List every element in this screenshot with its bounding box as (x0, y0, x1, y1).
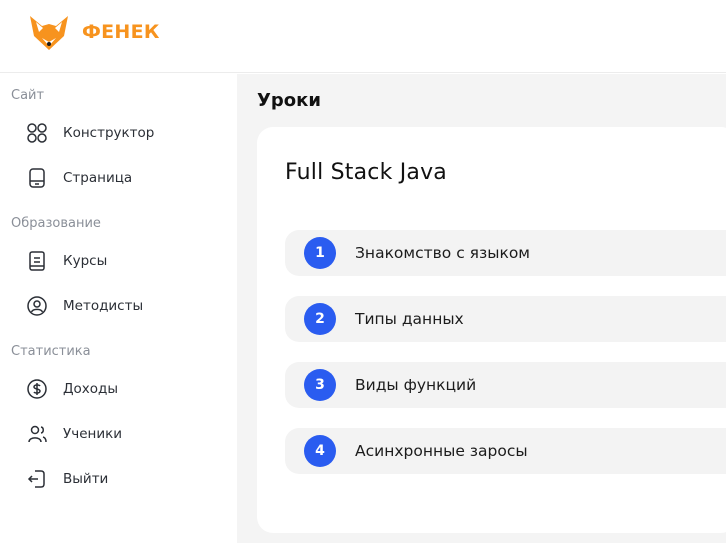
sidebar-item-label: Курсы (63, 253, 108, 269)
grid-icon (24, 120, 50, 146)
sidebar-item-label: Выйти (63, 471, 109, 487)
lesson-number-badge: 2 (304, 303, 336, 335)
fox-logo-icon (30, 16, 68, 50)
lesson-number-badge: 4 (304, 435, 336, 467)
sidebar-item-page[interactable]: Страница (24, 164, 132, 192)
course-card: Full Stack Java 1 Знакомство с языком 2 … (257, 127, 726, 533)
page-title: Уроки (257, 90, 321, 111)
logo[interactable]: ФЕНЕК (28, 12, 160, 52)
lesson-title: Асинхронные заросы (355, 442, 528, 460)
lesson-item[interactable]: 4 Асинхронные заросы (285, 428, 726, 474)
sidebar-section-education: Образование (11, 216, 101, 231)
logout-icon (24, 466, 50, 492)
logo-text: ФЕНЕК (82, 21, 160, 43)
sidebar-item-label: Доходы (63, 381, 119, 397)
sidebar-item-methodists[interactable]: Методисты (24, 292, 143, 320)
sidebar: Сайт Конструктор Страница Образование Ку… (0, 74, 236, 543)
book-icon (24, 248, 50, 274)
dollar-icon (24, 376, 50, 402)
lesson-number-badge: 3 (304, 369, 336, 401)
sidebar-item-label: Методисты (63, 298, 144, 314)
main-content: Уроки Full Stack Java 1 Знакомство с язы… (237, 74, 726, 543)
lesson-item[interactable]: 1 Знакомство с языком (285, 230, 726, 276)
sidebar-section-site: Сайт (11, 88, 45, 103)
lesson-title: Виды функций (355, 376, 477, 394)
sidebar-item-label: Ученики (63, 426, 123, 442)
sidebar-item-logout[interactable]: Выйти (24, 465, 108, 493)
sidebar-item-courses[interactable]: Курсы (24, 247, 107, 275)
lesson-title: Знакомство с языком (355, 244, 530, 262)
sidebar-item-label: Конструктор (63, 125, 155, 141)
sidebar-item-income[interactable]: Доходы (24, 375, 118, 403)
sidebar-section-statistics: Статистика (11, 344, 91, 359)
course-title: Full Stack Java (285, 160, 447, 185)
users-icon (24, 421, 50, 447)
lesson-item[interactable]: 3 Виды функций (285, 362, 726, 408)
sidebar-item-constructor[interactable]: Конструктор (24, 119, 154, 147)
lesson-item[interactable]: 2 Типы данных (285, 296, 726, 342)
lesson-number-badge: 1 (304, 237, 336, 269)
sidebar-item-label: Страница (63, 170, 133, 186)
top-bar: ФЕНЕК (0, 0, 726, 73)
page-icon (24, 165, 50, 191)
lesson-title: Типы данных (355, 310, 464, 328)
user-circle-icon (24, 293, 50, 319)
sidebar-item-students[interactable]: Ученики (24, 420, 122, 448)
